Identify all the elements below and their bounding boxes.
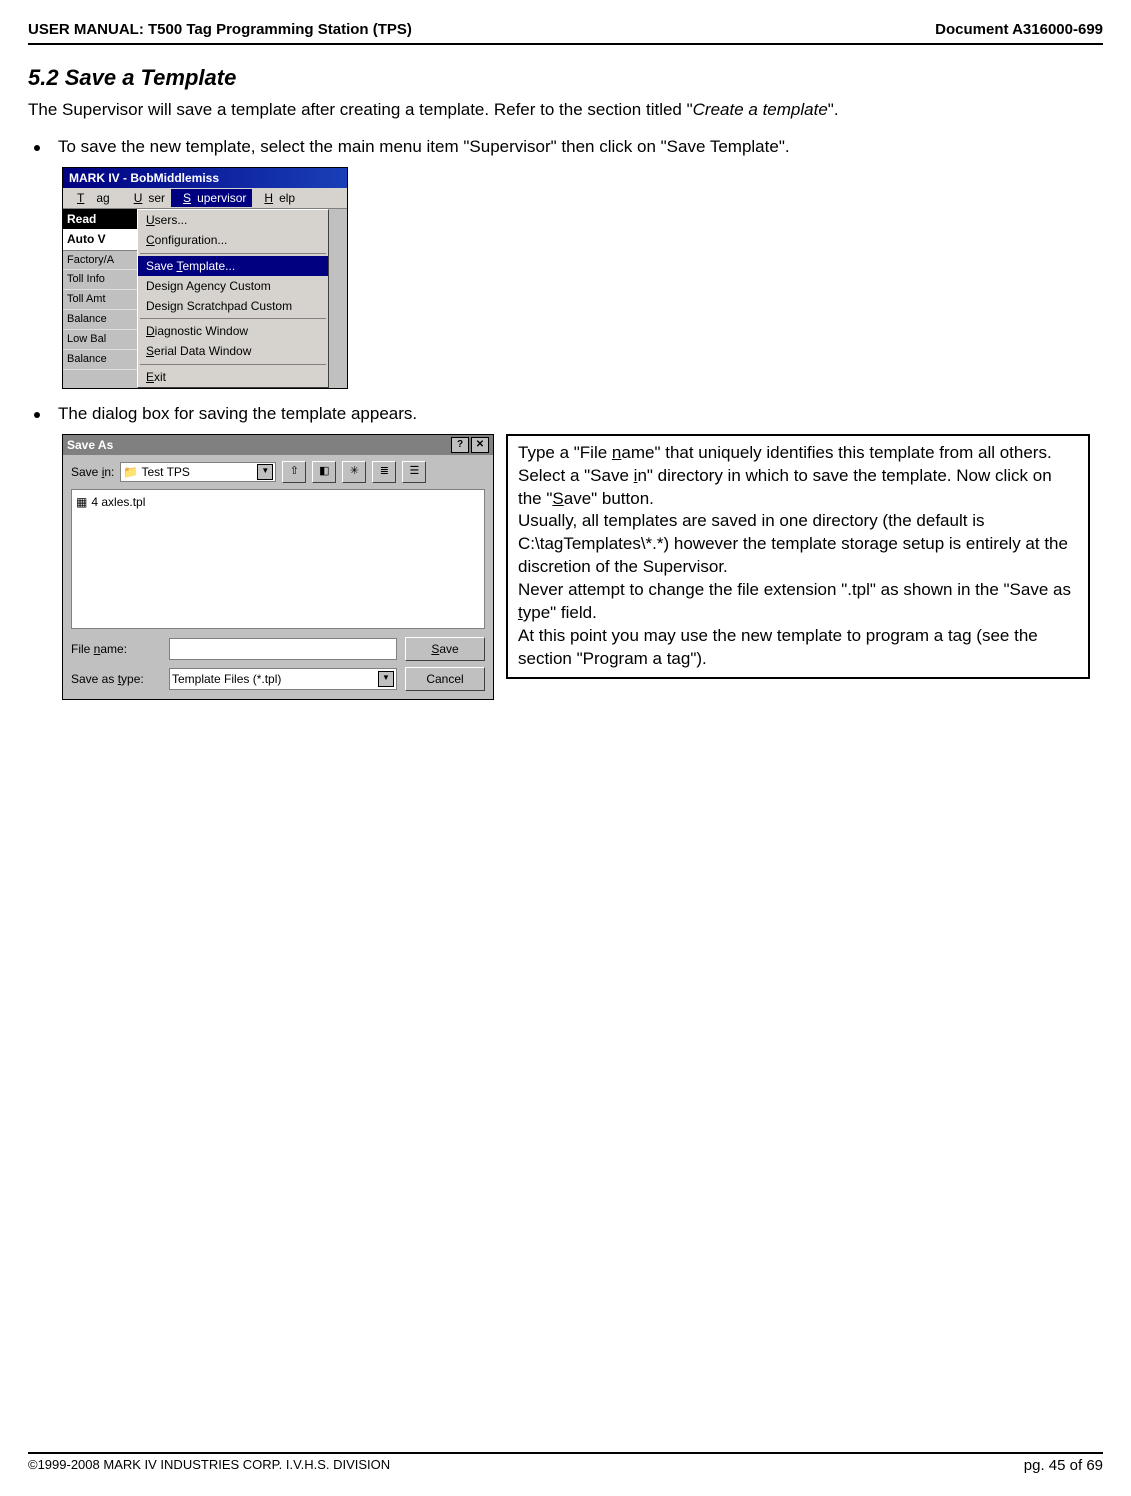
- menu-user[interactable]: User: [122, 189, 171, 207]
- left-balance2: Balance: [63, 350, 137, 370]
- desktop-icon[interactable]: ◧: [312, 461, 336, 483]
- file-name-input[interactable]: [169, 638, 397, 660]
- app-titlebar: MARK IV - BobMiddlemiss: [63, 168, 347, 188]
- menu-item-config[interactable]: Configuration...: [138, 230, 328, 250]
- up-folder-icon[interactable]: ⇧: [282, 461, 306, 483]
- menu-separator: [140, 318, 326, 319]
- cancel-button[interactable]: Cancel: [405, 667, 485, 691]
- page-footer: ©1999-2008 MARK IV INDUSTRIES CORP. I.V.…: [28, 1452, 1103, 1476]
- folder-icon: 📁: [123, 465, 138, 479]
- app-left-panel: Read Auto V Factory/A Toll Info Toll Amt…: [63, 209, 137, 369]
- intro-pre: The Supervisor will save a template afte…: [28, 100, 693, 119]
- menu-item-save-template[interactable]: Save Template...: [138, 256, 328, 276]
- close-icon[interactable]: ✕: [471, 437, 489, 453]
- left-tollinfo: Toll Info: [63, 270, 137, 290]
- menu-help[interactable]: Help: [252, 189, 301, 207]
- callout-p3: Never attempt to change the file extensi…: [518, 579, 1078, 625]
- left-balance: Balance: [63, 310, 137, 330]
- section-title: 5.2 Save a Template: [28, 63, 1103, 93]
- save-type-label: Save as type:: [71, 671, 161, 687]
- menu-tag[interactable]: Tag: [65, 189, 122, 207]
- bullet-2: The dialog box for saving the template a…: [28, 403, 1103, 426]
- file-name-label: File name:: [71, 641, 161, 657]
- save-type-combo[interactable]: Template Files (*.tpl) ▼: [169, 668, 397, 690]
- bullet-icon: [34, 412, 40, 418]
- left-factory: Factory/A: [63, 251, 137, 271]
- intro-text: The Supervisor will save a template afte…: [28, 99, 1103, 122]
- save-in-value: Test TPS: [141, 465, 189, 479]
- dialog-titlebar: Save As ? ✕: [63, 435, 493, 455]
- screenshot-save-as: Save As ? ✕ Save in: 📁 Test TPS ▼ ⇧ ◧ ✳ …: [62, 434, 494, 700]
- menu-separator: [140, 364, 326, 365]
- list-view-icon[interactable]: ≣: [372, 461, 396, 483]
- chevron-down-icon[interactable]: ▼: [378, 671, 394, 687]
- left-lowbal: Low Bal: [63, 330, 137, 350]
- file-list[interactable]: ▦ 4 axles.tpl: [71, 489, 485, 629]
- menu-item-users[interactable]: Users...: [138, 210, 328, 230]
- intro-italic: Create a template: [693, 100, 828, 119]
- left-auto: Auto V: [63, 229, 137, 250]
- details-view-icon[interactable]: ☰: [402, 461, 426, 483]
- chevron-down-icon[interactable]: ▼: [257, 464, 273, 480]
- file-icon: ▦: [76, 494, 87, 510]
- supervisor-dropdown: Users... Configuration... Save Template.…: [137, 209, 329, 388]
- menu-separator: [140, 253, 326, 254]
- bullet-icon: [34, 145, 40, 151]
- footer-page: pg. 45 of 69: [1024, 1456, 1103, 1476]
- new-folder-icon[interactable]: ✳: [342, 461, 366, 483]
- menu-item-diagnostic[interactable]: Diagnostic Window: [138, 321, 328, 341]
- callout-box: Type a "File name" that uniquely identif…: [506, 434, 1090, 679]
- dialog-toolbar: Save in: 📁 Test TPS ▼ ⇧ ◧ ✳ ≣ ☰: [63, 455, 493, 489]
- header-right: Document A316000-699: [935, 20, 1103, 40]
- save-in-combo[interactable]: 📁 Test TPS ▼: [120, 462, 276, 482]
- menu-supervisor[interactable]: Supervisor: [171, 189, 252, 207]
- bullet-1: To save the new template, select the mai…: [28, 136, 1103, 159]
- callout-p4: At this point you may use the new templa…: [518, 625, 1078, 671]
- callout-p1: Type a "File name" that uniquely identif…: [518, 442, 1078, 511]
- page-header: USER MANUAL: T500 Tag Programming Statio…: [28, 20, 1103, 45]
- file-item-name: 4 axles.tpl: [91, 494, 145, 510]
- file-item[interactable]: ▦ 4 axles.tpl: [76, 494, 480, 510]
- left-tollamt: Toll Amt: [63, 290, 137, 310]
- menu-item-exit[interactable]: Exit: [138, 367, 328, 387]
- bullet-2-text: The dialog box for saving the template a…: [58, 403, 417, 426]
- footer-copyright: ©1999-2008 MARK IV INDUSTRIES CORP. I.V.…: [28, 1456, 390, 1476]
- save-type-value: Template Files (*.tpl): [172, 671, 281, 687]
- help-icon[interactable]: ?: [451, 437, 469, 453]
- menubar: Tag User Supervisor Help: [63, 188, 347, 209]
- dialog-title: Save As: [67, 437, 113, 453]
- menu-item-design-agency[interactable]: Design Agency Custom: [138, 276, 328, 296]
- header-left: USER MANUAL: T500 Tag Programming Statio…: [28, 20, 412, 40]
- screenshot-menu: MARK IV - BobMiddlemiss Tag User Supervi…: [62, 167, 348, 389]
- bullet-1-text: To save the new template, select the mai…: [58, 136, 790, 159]
- menu-item-design-scratch[interactable]: Design Scratchpad Custom: [138, 296, 328, 316]
- intro-post: ".: [828, 100, 839, 119]
- menu-item-serial[interactable]: Serial Data Window: [138, 341, 328, 361]
- save-in-label: Save in:: [71, 464, 114, 480]
- save-button[interactable]: Save: [405, 637, 485, 661]
- left-read: Read: [63, 209, 137, 229]
- callout-p2: Usually, all templates are saved in one …: [518, 510, 1078, 579]
